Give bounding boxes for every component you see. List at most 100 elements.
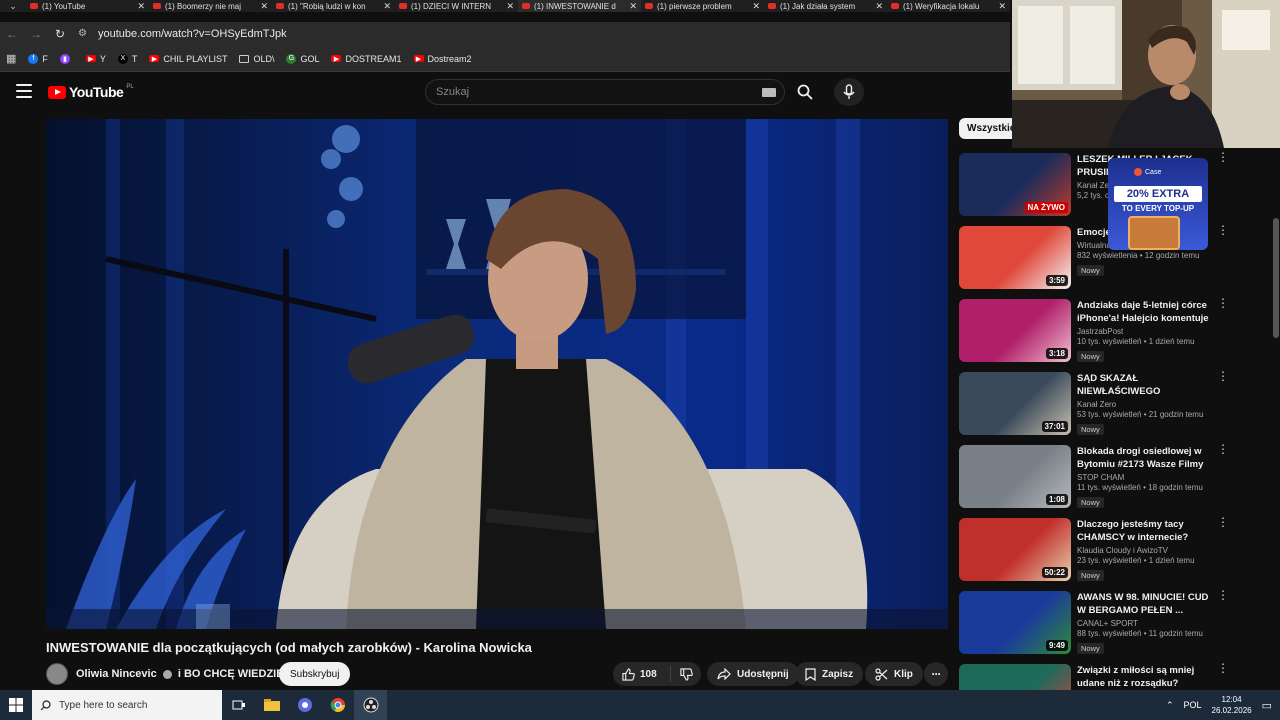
page-scrollbar[interactable]: [1272, 148, 1280, 690]
more-vert-icon[interactable]: ⋮: [1217, 443, 1229, 455]
windows-start-icon[interactable]: [0, 690, 32, 720]
bookmark-label: GOL: [300, 53, 320, 64]
country-code: PL: [126, 84, 134, 90]
dislike-button[interactable]: [671, 667, 701, 681]
close-tab-icon[interactable]: ✕: [875, 1, 883, 12]
recommended-channel[interactable]: Kanał Zero: [1077, 400, 1217, 409]
browser-tab[interactable]: (1) INWESTOWANIE d ✕: [518, 0, 641, 12]
recommended-video[interactable]: 37:01 SĄD SKAZAŁ NIEWŁAŚCIWEGO MĘŻCZYZNĘ?…: [959, 370, 1239, 436]
duration-badge: 3:59: [1045, 275, 1068, 286]
close-tab-icon[interactable]: ✕: [752, 1, 760, 12]
browser-tab[interactable]: (1) DZIECI W INTERN ✕: [395, 0, 518, 12]
recommended-video[interactable]: 9:49 AWANS W 98. MINUCIE! CUD W BERGAMO P…: [959, 589, 1239, 655]
url-text[interactable]: youtube.com/watch?v=OHSyEdmTJpk: [98, 28, 287, 40]
bookmark-item[interactable]: ▶ Dostream2: [413, 54, 472, 64]
search-input[interactable]: Szukaj: [425, 79, 785, 105]
file-explorer-icon[interactable]: [255, 690, 288, 720]
video-thumbnail[interactable]: NA ŻYWO: [959, 153, 1071, 216]
browser-tab[interactable]: (1) Weryfikacja lokalu ✕: [887, 0, 1010, 12]
more-vert-icon[interactable]: ⋮: [1217, 151, 1229, 163]
chrome-icon[interactable]: [321, 690, 354, 720]
language-indicator[interactable]: POL: [1184, 700, 1202, 710]
notifications-icon[interactable]: ▭: [1262, 699, 1272, 712]
save-button[interactable]: Zapisz: [795, 662, 864, 686]
forward-icon[interactable]: →: [24, 27, 48, 41]
taskbar-search-input[interactable]: Type here to search: [32, 690, 222, 720]
close-tab-icon[interactable]: ✕: [506, 1, 514, 12]
more-vert-icon[interactable]: ⋮: [1217, 297, 1229, 309]
video-thumbnail[interactable]: 50:22: [959, 518, 1071, 581]
apps-grid-icon[interactable]: ▦: [6, 52, 16, 65]
browser-tab[interactable]: (1) pierwsze problem ✕: [641, 0, 764, 12]
bookmark-item[interactable]: ▶ CHIL PLAYLIST: [149, 54, 227, 64]
recommended-title[interactable]: SĄD SKAZAŁ NIEWŁAŚCIWEGO MĘŻCZYZNĘ? RPO …: [1077, 372, 1217, 398]
recommended-title[interactable]: Związki z miłości są mniej udane niż z r…: [1077, 664, 1217, 690]
address-bar[interactable]: ⚙ youtube.com/watch?v=OHSyEdmTJpk: [78, 24, 1010, 44]
channel-avatar[interactable]: [46, 663, 68, 685]
obs-icon[interactable]: [354, 690, 387, 720]
more-actions-icon[interactable]: ···: [924, 662, 948, 686]
clip-label: Klip: [894, 668, 913, 680]
bookmark-item[interactable]: G GOL: [286, 53, 320, 64]
reload-icon[interactable]: ↻: [48, 27, 72, 41]
bookmark-item[interactable]: XT: [117, 53, 137, 64]
close-tab-icon[interactable]: ✕: [383, 1, 391, 12]
bookmark-item[interactable]: ▶ Y: [85, 54, 106, 64]
more-vert-icon[interactable]: ⋮: [1217, 589, 1229, 601]
close-tab-icon[interactable]: ✕: [137, 1, 145, 12]
voice-search-button[interactable]: [834, 78, 864, 106]
recommended-title[interactable]: Dlaczego jesteśmy tacy CHAMSCY w interne…: [1077, 518, 1217, 544]
browser-tab[interactable]: (1) "Robią ludzi w kon ✕: [272, 0, 395, 12]
channel-name-2[interactable]: BO CHCĘ WIEDZIEĆ: [184, 668, 292, 680]
browser-tab[interactable]: (1) Boomerzy nie maj ✕: [149, 0, 272, 12]
like-button[interactable]: 108: [613, 666, 671, 682]
clip-button[interactable]: Klip: [865, 662, 923, 686]
share-button[interactable]: Udostępnij: [707, 662, 799, 686]
recommended-video[interactable]: 1:08 Blokada drogi osiedlowej w Bytomiu #…: [959, 443, 1239, 509]
bookmark-item[interactable]: fF: [28, 53, 48, 64]
recommended-title[interactable]: AWANS W 98. MINUCIE! CUD W BERGAMO PEŁEN…: [1077, 591, 1217, 617]
scrollbar-thumb[interactable]: [1273, 218, 1279, 338]
youtube-logo[interactable]: YouTube PL: [48, 84, 134, 100]
back-icon[interactable]: ←: [0, 27, 24, 41]
recommended-channel[interactable]: CANAL+ SPORT: [1077, 619, 1217, 628]
menu-icon[interactable]: [16, 84, 32, 98]
recommended-video[interactable]: 3:18 Andziaks daje 5-letniej córce iPhone…: [959, 297, 1239, 363]
keyboard-icon[interactable]: [762, 88, 776, 97]
video-thumbnail[interactable]: 9:49: [959, 591, 1071, 654]
bookmark-item[interactable]: OLD\: [239, 54, 274, 64]
close-tab-icon[interactable]: ✕: [629, 1, 637, 12]
search-button[interactable]: [788, 79, 822, 105]
more-vert-icon[interactable]: ⋮: [1217, 662, 1229, 674]
video-thumbnail[interactable]: 3:18: [959, 299, 1071, 362]
ad-overlay[interactable]: Case 20% EXTRA TO EVERY TOP-UP: [1108, 158, 1208, 250]
tray-chevron-icon[interactable]: ⌃: [1166, 700, 1174, 711]
video-thumbnail[interactable]: 3:59: [959, 226, 1071, 289]
tab-search-chevron-icon[interactable]: ⌄: [0, 0, 26, 12]
recommended-title[interactable]: Blokada drogi osiedlowej w Bytomiu #2173…: [1077, 445, 1217, 471]
close-tab-icon[interactable]: ✕: [260, 1, 268, 12]
site-info-icon[interactable]: ⚙: [78, 28, 90, 40]
close-tab-icon[interactable]: ✕: [998, 1, 1006, 12]
video-thumbnail[interactable]: 1:08: [959, 445, 1071, 508]
bookmark-item[interactable]: ▮: [59, 53, 74, 64]
browser-tab[interactable]: (1) YouTube ✕: [26, 0, 149, 12]
more-vert-icon[interactable]: ⋮: [1217, 370, 1229, 382]
channel-name[interactable]: Oliwia Nincevic: [76, 668, 157, 680]
recommended-channel[interactable]: STOP CHAM: [1077, 473, 1217, 482]
more-vert-icon[interactable]: ⋮: [1217, 224, 1229, 236]
chrome-profile-icon[interactable]: [288, 690, 321, 720]
recommended-title[interactable]: Andziaks daje 5-letniej córce iPhone'a! …: [1077, 299, 1217, 325]
recommended-channel[interactable]: Klaudia Cloudy i AwizoTV: [1077, 546, 1217, 555]
video-thumbnail[interactable]: 37:01: [959, 372, 1071, 435]
browser-tab[interactable]: (1) Jak działa system ✕: [764, 0, 887, 12]
subscribe-button[interactable]: Subskrybuj: [279, 662, 351, 686]
clock[interactable]: 12:04 26.02.2026: [1212, 694, 1252, 716]
bookmark-item[interactable]: ▶ DOSTREAM1: [331, 54, 402, 64]
task-view-icon[interactable]: [222, 690, 255, 720]
recommended-video[interactable]: 50:22 Dlaczego jesteśmy tacy CHAMSCY w in…: [959, 516, 1239, 582]
channel-names[interactable]: Oliwia Nincevic i BO CHCĘ WIEDZIEĆ: [76, 668, 292, 680]
more-vert-icon[interactable]: ⋮: [1217, 516, 1229, 528]
recommended-channel[interactable]: JastrzabPost: [1077, 327, 1217, 336]
video-player[interactable]: [46, 119, 948, 629]
